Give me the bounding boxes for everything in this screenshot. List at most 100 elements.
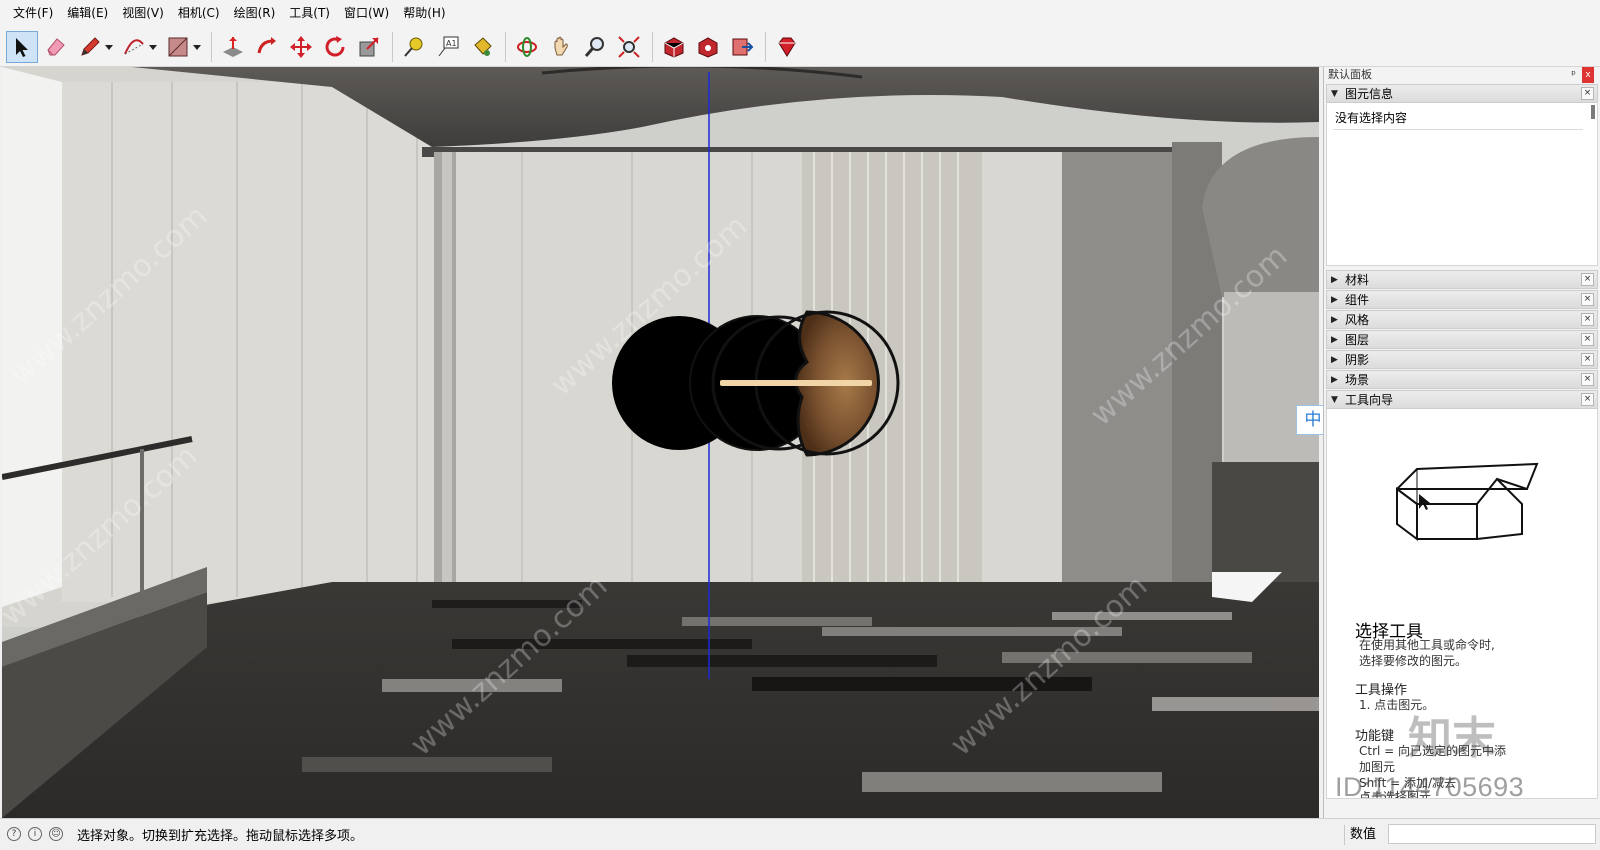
triangle-right-icon: ▶ xyxy=(1331,294,1338,305)
menu-camera[interactable]: 相机(C) xyxy=(171,0,227,27)
panel-title: 默认面板 xyxy=(1328,68,1372,81)
section-materials[interactable]: ▶ 材料 × xyxy=(1326,270,1598,289)
pan-tool-button[interactable] xyxy=(545,31,577,63)
menu-help[interactable]: 帮助(H) xyxy=(396,0,452,27)
menu-file[interactable]: 文件(F) xyxy=(6,0,60,27)
pin-icon[interactable]: ᵖ xyxy=(1571,67,1576,83)
hand-icon xyxy=(554,36,568,55)
follow-me-tool-button[interactable] xyxy=(251,31,283,63)
section-shadows[interactable]: ▶ 阴影 × xyxy=(1326,350,1598,369)
zoom-tool-button[interactable] xyxy=(579,31,611,63)
paint-bucket-icon xyxy=(474,36,492,56)
rectangle-tool-button[interactable] xyxy=(162,31,194,63)
scale-icon xyxy=(359,36,379,56)
menu-window[interactable]: 窗口(W) xyxy=(337,0,396,27)
triangle-right-icon: ▶ xyxy=(1331,334,1338,345)
pencil-tool-button[interactable] xyxy=(74,31,106,63)
extension-warehouse-button[interactable] xyxy=(692,31,724,63)
section-label: 图元信息 xyxy=(1345,87,1394,101)
main-toolbar: A1 xyxy=(0,27,1600,67)
close-icon[interactable]: × xyxy=(1581,313,1594,326)
section-label: 组件 xyxy=(1345,293,1370,307)
ruby-gem-icon xyxy=(778,37,796,57)
menu-draw[interactable]: 绘图(R) xyxy=(227,0,283,27)
close-icon[interactable]: × xyxy=(1581,293,1594,306)
section-scenes[interactable]: ▶ 场景 × xyxy=(1326,370,1598,389)
triangle-down-icon: ▼ xyxy=(1331,394,1338,405)
instructor-desc-1: 在使用其他工具或命令时, xyxy=(1359,638,1495,652)
section-styles[interactable]: ▶ 风格 × xyxy=(1326,310,1598,329)
model-viewport[interactable]: www.znzmo.com www.znzmo.com www.znzmo.co… xyxy=(2,67,1319,818)
eraser-icon xyxy=(47,37,65,55)
orbit-tool-button[interactable] xyxy=(511,31,543,63)
section-entity-info[interactable]: ▼ 图元信息 × xyxy=(1326,84,1598,103)
status-bar: ? i ☺ 选择对象。切换到扩充选择。拖动鼠标选择多项。 数值 xyxy=(0,818,1600,849)
scale-tool-button[interactable] xyxy=(353,31,385,63)
menu-edit[interactable]: 编辑(E) xyxy=(60,0,115,27)
geolocation-icon[interactable]: ? xyxy=(7,827,21,841)
toolbar-separator xyxy=(392,31,393,62)
toolbar-separator xyxy=(652,31,653,62)
push-pull-tool-button[interactable] xyxy=(217,31,249,63)
status-divider xyxy=(1344,825,1345,845)
send-to-layout-icon xyxy=(732,38,754,55)
close-icon[interactable]: × xyxy=(1581,333,1594,346)
warehouse-button[interactable] xyxy=(658,31,690,63)
triangle-right-icon: ▶ xyxy=(1331,314,1338,325)
tape-measure-icon xyxy=(404,37,423,57)
menu-tools[interactable]: 工具(T) xyxy=(282,0,337,27)
close-icon[interactable]: × xyxy=(1581,393,1594,406)
chevron-down-icon xyxy=(193,44,201,50)
follow-me-icon xyxy=(257,36,276,53)
watermark-id: ID:1144705693 xyxy=(1335,772,1525,802)
section-label: 图层 xyxy=(1345,333,1370,347)
scene-render: www.znzmo.com www.znzmo.com www.znzmo.co… xyxy=(2,67,1319,818)
toolbar-separator xyxy=(505,31,506,62)
svg-text:A1: A1 xyxy=(446,39,457,48)
house-illustration-icon xyxy=(1396,462,1539,541)
measurements-input[interactable] xyxy=(1388,824,1596,844)
section-layers[interactable]: ▶ 图层 × xyxy=(1326,330,1598,349)
section-instructor[interactable]: ▼ 工具向导 × xyxy=(1326,390,1598,409)
close-icon[interactable]: x xyxy=(1582,67,1594,83)
eraser-tool-button[interactable] xyxy=(40,31,72,63)
push-pull-icon xyxy=(223,36,243,57)
chevron-down-icon xyxy=(105,44,113,50)
rotate-tool-button[interactable] xyxy=(319,31,351,63)
pencil-icon xyxy=(81,36,100,56)
triangle-down-icon: ▼ xyxy=(1331,88,1338,99)
rotate-icon xyxy=(325,35,345,56)
select-tool-button[interactable] xyxy=(6,30,38,63)
scrollbar-thumb[interactable] xyxy=(1591,105,1595,119)
move-tool-button[interactable] xyxy=(285,31,317,63)
ruby-console-button[interactable] xyxy=(771,31,803,63)
chevron-down-icon xyxy=(149,44,157,50)
zoom-extents-tool-button[interactable] xyxy=(613,31,645,63)
close-icon[interactable]: × xyxy=(1581,273,1594,286)
close-icon[interactable]: × xyxy=(1581,87,1594,100)
entity-empty-text: 没有选择内容 xyxy=(1335,111,1408,125)
section-label: 阴影 xyxy=(1345,353,1370,367)
close-icon[interactable]: × xyxy=(1581,353,1594,366)
send-to-layout-button[interactable] xyxy=(726,31,758,63)
paint-bucket-tool-button[interactable] xyxy=(466,31,498,63)
arc-tool-button[interactable] xyxy=(118,31,150,63)
section-label: 场景 xyxy=(1345,373,1370,387)
arrow-cursor-icon xyxy=(16,37,28,57)
section-label: 工具向导 xyxy=(1345,393,1394,407)
info-icon[interactable]: i xyxy=(28,827,42,841)
text-tool-button[interactable]: A1 xyxy=(432,31,464,63)
menu-view[interactable]: 视图(V) xyxy=(115,0,171,27)
section-components[interactable]: ▶ 组件 × xyxy=(1326,290,1598,309)
orbit-icon xyxy=(517,36,537,57)
status-message: 选择对象。切换到扩充选择。拖动鼠标选择多项。 xyxy=(77,828,364,844)
user-account-icon[interactable]: ☺ xyxy=(49,827,63,841)
menu-bar: 文件(F) 编辑(E) 视图(V) 相机(C) 绘图(R) 工具(T) 窗口(W… xyxy=(0,0,1600,27)
instructor-desc-2: 选择要修改的图元。 xyxy=(1359,654,1468,668)
close-icon[interactable]: × xyxy=(1581,373,1594,386)
measurements-label: 数值 xyxy=(1350,827,1377,842)
triangle-right-icon: ▶ xyxy=(1331,354,1338,365)
text-label-icon: A1 xyxy=(438,36,459,56)
extension-warehouse-icon xyxy=(698,36,718,58)
tape-measure-tool-button[interactable] xyxy=(398,31,430,63)
